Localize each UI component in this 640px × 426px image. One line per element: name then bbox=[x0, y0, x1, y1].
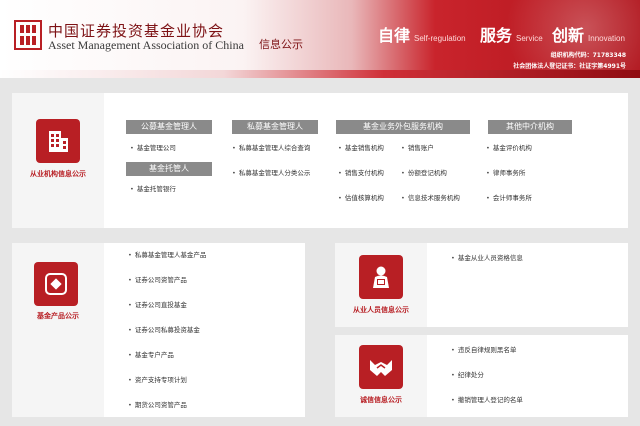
handshake-icon bbox=[370, 360, 392, 376]
list-item[interactable]: • 基金评价机构 bbox=[486, 143, 532, 153]
product-icon-button[interactable] bbox=[34, 262, 78, 306]
list-item[interactable]: • 证券公司直投基金 bbox=[128, 300, 187, 310]
person-icon bbox=[373, 266, 389, 288]
list-item[interactable]: • 基金销售机构 bbox=[338, 143, 384, 153]
list-item[interactable]: • 估值核算机构 bbox=[338, 193, 384, 203]
site-subtitle: 信息公示 bbox=[259, 38, 303, 51]
slogan-en: Self-regulation bbox=[414, 34, 466, 43]
building-icon bbox=[49, 131, 68, 152]
institution-icon-button[interactable] bbox=[36, 119, 80, 163]
slogan-en: Service bbox=[516, 34, 543, 43]
list-item[interactable]: • 私募基金管理人分类公示 bbox=[232, 168, 310, 178]
list-item[interactable]: • 期货公司资管产品 bbox=[128, 400, 187, 410]
slogan-cn: 服务 bbox=[480, 26, 513, 45]
slogan-service: 服务 Service bbox=[480, 22, 543, 46]
list-item[interactable]: • 基金专户产品 bbox=[128, 350, 174, 360]
institution-panel: 从业机构信息公示 公募基金管理人 • 基金管理公司 基金托管人 • 基金托管银行 私… bbox=[12, 93, 628, 228]
list-item[interactable]: • 基金从业人员资格信息 bbox=[451, 253, 523, 263]
personnel-panel: 从业人员信息公示 • 基金从业人员资格信息 bbox=[335, 243, 628, 327]
list-item[interactable]: • 销售账户 bbox=[401, 143, 434, 153]
org-name-en[interactable]: Asset Management Association of China bbox=[48, 38, 244, 53]
category-header-other-intermediary: 其他中介机构 bbox=[488, 120, 572, 134]
list-item[interactable]: • 会计师事务所 bbox=[486, 193, 532, 203]
list-item[interactable]: • 份额登记机构 bbox=[401, 168, 447, 178]
product-label[interactable]: 基金产品公示 bbox=[16, 311, 100, 321]
list-item[interactable]: • 证券公司资管产品 bbox=[128, 275, 187, 285]
site-header: 中国证券投资基金业协会 Asset Management Association… bbox=[0, 0, 640, 78]
list-item[interactable]: • 私募基金管理人基金产品 bbox=[128, 250, 206, 260]
personnel-icon-button[interactable] bbox=[359, 255, 403, 299]
list-item[interactable]: • 基金管理公司 bbox=[130, 143, 176, 153]
list-item[interactable]: • 资产支持专项计划 bbox=[128, 375, 187, 385]
category-header-custodian: 基金托管人 bbox=[126, 162, 212, 176]
category-header-outsourcing: 基金业务外包服务机构 bbox=[336, 120, 470, 134]
list-item[interactable]: • 撤销管理人登记的名单 bbox=[451, 395, 523, 405]
slogan-innovation: 创新 Innovation bbox=[552, 22, 625, 46]
integrity-icon-button[interactable] bbox=[359, 345, 403, 389]
list-item[interactable]: • 律师事务所 bbox=[486, 168, 525, 178]
product-icon bbox=[45, 273, 67, 295]
personnel-label[interactable]: 从业人员信息公示 bbox=[339, 305, 423, 315]
slogan-self-regulation: 自律 Self-regulation bbox=[378, 22, 466, 46]
org-code: 组织机构代码：71783348 bbox=[550, 52, 626, 59]
category-header-public-fund: 公募基金管理人 bbox=[126, 120, 212, 134]
category-header-private-fund: 私募基金管理人 bbox=[232, 120, 318, 134]
integrity-label[interactable]: 诚信信息公示 bbox=[339, 395, 423, 405]
list-item[interactable]: • 纪律处分 bbox=[451, 370, 484, 380]
list-item[interactable]: • 证券公司私募投资基金 bbox=[128, 325, 200, 335]
amac-logo-icon[interactable] bbox=[14, 20, 42, 50]
slogan-en: Innovation bbox=[588, 34, 625, 43]
list-item[interactable]: • 基金托管银行 bbox=[130, 184, 176, 194]
list-item[interactable]: • 违反自律规则黑名单 bbox=[451, 345, 516, 355]
slogan-cn: 自律 bbox=[378, 26, 411, 45]
list-item[interactable]: • 销售支付机构 bbox=[338, 168, 384, 178]
list-item[interactable]: • 私募基金管理人综合查询 bbox=[232, 143, 310, 153]
slogan-cn: 创新 bbox=[552, 26, 585, 45]
list-item[interactable]: • 信息技术服务机构 bbox=[401, 193, 460, 203]
integrity-panel: 诚信信息公示 • 违反自律规则黑名单 • 纪律处分 • 撤销管理人登记的名单 bbox=[335, 335, 628, 417]
institution-label[interactable]: 从业机构信息公示 bbox=[16, 169, 100, 179]
registration-cert: 社会团体法人登记证书：社证字第4991号 bbox=[513, 63, 626, 70]
header-stripe bbox=[0, 70, 640, 78]
product-panel: 基金产品公示 • 私募基金管理人基金产品 • 证券公司资管产品 • 证券公司直投基金 … bbox=[12, 243, 305, 417]
